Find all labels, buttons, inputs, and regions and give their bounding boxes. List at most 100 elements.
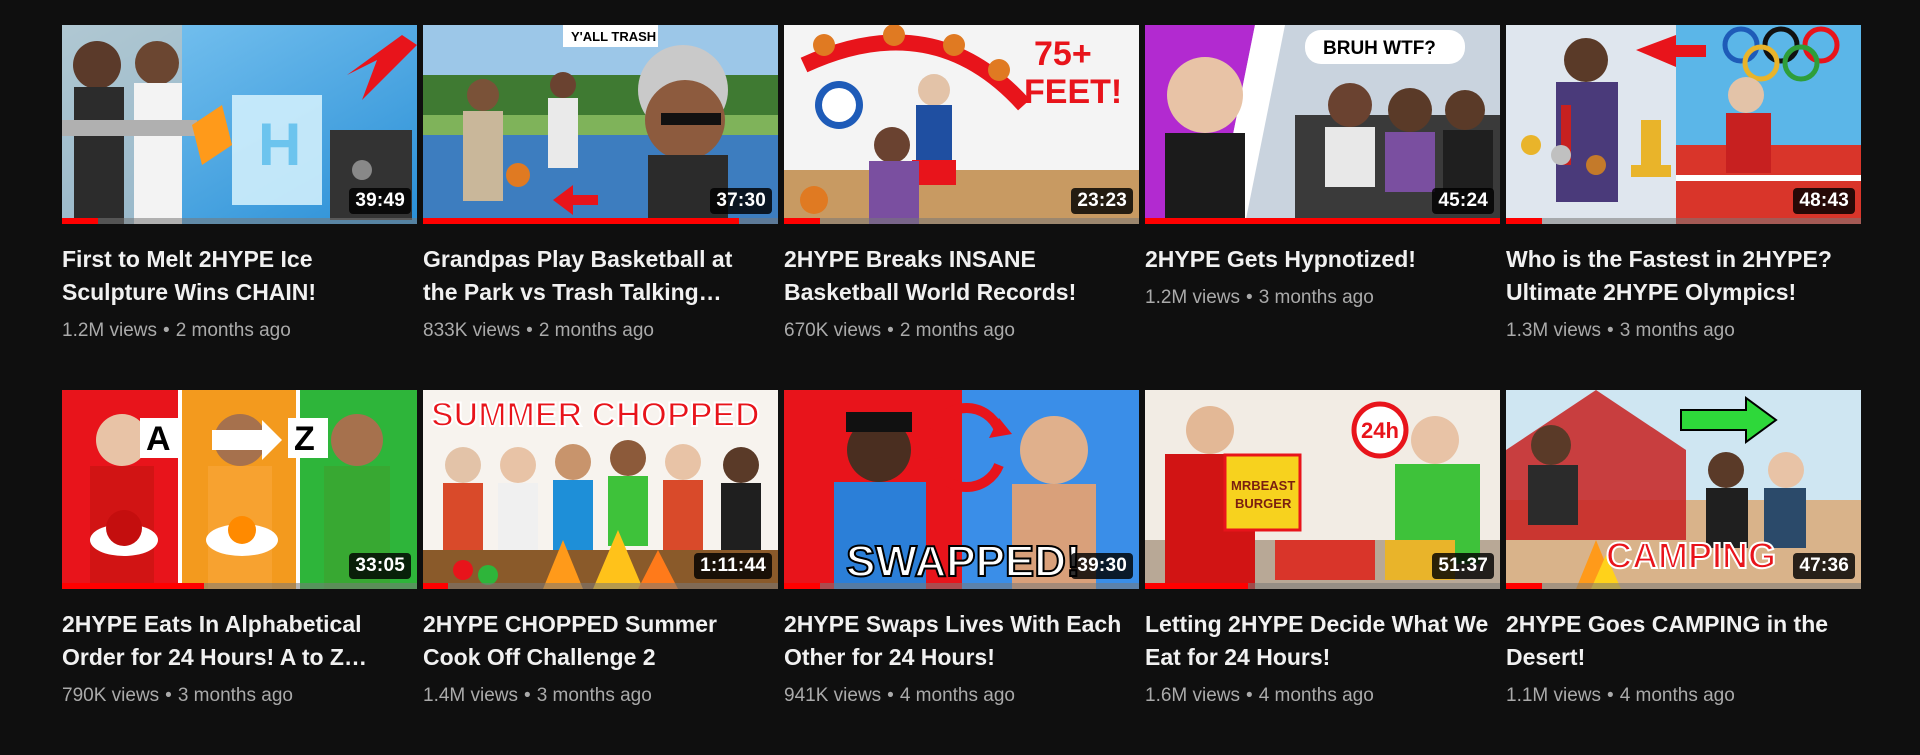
watch-progress-bar	[62, 583, 417, 589]
video-metadata: 1.4M views • 3 months ago	[423, 684, 778, 708]
video-card[interactable]: Y'ALL TRASH 37:30 Grandpas Play Basketba…	[423, 25, 778, 390]
video-title[interactable]: Letting 2HYPE Decide What We Eat for 24 …	[1145, 608, 1490, 674]
svg-text:24h: 24h	[1361, 418, 1399, 443]
video-card[interactable]: H 39:49 First to Melt 2HYPE Ice Sculptur…	[62, 25, 417, 390]
svg-text:CAMPING: CAMPING	[1606, 535, 1776, 576]
upload-age: 3 months ago	[1619, 320, 1735, 341]
upload-age: 3 months ago	[177, 685, 293, 706]
view-count: 941K views	[784, 685, 882, 706]
video-thumbnail[interactable]: H 39:49	[62, 25, 417, 224]
svg-text:Y'ALL TRASH: Y'ALL TRASH	[571, 29, 656, 44]
video-metadata: 1.6M views • 4 months ago	[1145, 684, 1500, 708]
duration-badge: 45:24	[1432, 188, 1494, 214]
separator-dot: •	[524, 685, 531, 706]
video-metadata: 1.1M views • 4 months ago	[1506, 684, 1861, 708]
video-card[interactable]: MRBEAST BURGER 24h 51:37 Letting 2HYPE D…	[1145, 390, 1500, 755]
video-title[interactable]: Grandpas Play Basketball at the Park vs …	[423, 243, 768, 309]
svg-text:H: H	[258, 111, 301, 178]
separator-dot: •	[165, 685, 172, 706]
view-count: 1.2M views	[1145, 287, 1241, 308]
upload-age: 3 months ago	[536, 685, 652, 706]
view-count: 1.2M views	[62, 320, 158, 341]
view-count: 1.3M views	[1506, 320, 1602, 341]
separator-dot: •	[1607, 320, 1614, 341]
watch-progress-bar	[423, 583, 778, 589]
upload-age: 4 months ago	[1258, 685, 1374, 706]
video-card[interactable]: 75+ FEET! 23:23 2HYPE Breaks INSANE Bask…	[784, 25, 1139, 390]
video-card[interactable]: SWAPPED! 39:30 2HYPE Swaps Lives With Ea…	[784, 390, 1139, 755]
video-thumbnail[interactable]: SUMMER CHOPPED 1:11:44	[423, 390, 778, 589]
video-metadata: 833K views • 2 months ago	[423, 319, 778, 343]
watch-progress-bar	[1506, 218, 1861, 224]
video-card[interactable]: BRUH WTF? 45:24 2HYPE Gets Hypnotized! 1…	[1145, 25, 1500, 390]
view-count: 1.1M views	[1506, 685, 1602, 706]
svg-text:SWAPPED!: SWAPPED!	[846, 537, 1081, 586]
watch-progress-bar	[784, 583, 1139, 589]
video-thumbnail[interactable]: BRUH WTF? 45:24	[1145, 25, 1500, 224]
video-title[interactable]: 2HYPE Eats In Alphabetical Order for 24 …	[62, 608, 407, 674]
video-card[interactable]: A Z 33:05 2HYPE Eats In Alphabetical Ord…	[62, 390, 417, 755]
svg-text:MRBEAST: MRBEAST	[1231, 478, 1295, 493]
video-title[interactable]: Who is the Fastest in 2HYPE? Ultimate 2H…	[1506, 243, 1851, 309]
svg-text:BRUH WTF?: BRUH WTF?	[1323, 38, 1436, 59]
watch-progress-bar	[423, 218, 778, 224]
svg-text:Z: Z	[294, 420, 315, 458]
video-thumbnail[interactable]: Y'ALL TRASH 37:30	[423, 25, 778, 224]
video-title[interactable]: 2HYPE Breaks INSANE Basketball World Rec…	[784, 243, 1129, 309]
view-count: 833K views	[423, 320, 521, 341]
view-count: 790K views	[62, 685, 160, 706]
separator-dot: •	[887, 320, 894, 341]
view-count: 670K views	[784, 320, 882, 341]
video-metadata: 670K views • 2 months ago	[784, 319, 1139, 343]
view-count: 1.4M views	[423, 685, 519, 706]
duration-badge: 33:05	[349, 553, 411, 579]
video-thumbnail[interactable]: 48:43	[1506, 25, 1861, 224]
svg-text:SUMMER CHOPPED: SUMMER CHOPPED	[431, 396, 760, 434]
video-thumbnail[interactable]: SWAPPED! 39:30	[784, 390, 1139, 589]
duration-badge: 39:30	[1071, 553, 1133, 579]
video-card[interactable]: 48:43 Who is the Fastest in 2HYPE? Ultim…	[1506, 25, 1861, 390]
video-title[interactable]: 2HYPE CHOPPED Summer Cook Off Challenge …	[423, 608, 768, 674]
upload-age: 2 months ago	[899, 320, 1015, 341]
video-title[interactable]: First to Melt 2HYPE Ice Sculpture Wins C…	[62, 243, 407, 309]
separator-dot: •	[526, 320, 533, 341]
upload-age: 4 months ago	[899, 685, 1015, 706]
watch-progress-bar	[1145, 218, 1500, 224]
svg-text:BURGER: BURGER	[1235, 496, 1292, 511]
video-metadata: 941K views • 4 months ago	[784, 684, 1139, 708]
upload-age: 2 months ago	[175, 320, 291, 341]
video-metadata: 1.3M views • 3 months ago	[1506, 319, 1861, 343]
watch-progress-bar	[62, 218, 417, 224]
video-metadata: 1.2M views • 2 months ago	[62, 319, 417, 343]
duration-badge: 47:36	[1793, 553, 1855, 579]
watch-progress-bar	[1145, 583, 1500, 589]
duration-badge: 1:11:44	[694, 553, 772, 579]
upload-age: 3 months ago	[1258, 287, 1374, 308]
separator-dot: •	[163, 320, 170, 341]
watch-progress-bar	[784, 218, 1139, 224]
svg-text:A: A	[146, 420, 171, 458]
video-card[interactable]: SUMMER CHOPPED 1:11:44 2HYPE CHOPPED Sum…	[423, 390, 778, 755]
video-card[interactable]: CAMPING 47:36 2HYPE Goes CAMPING in the …	[1506, 390, 1861, 755]
svg-text:FEET!: FEET!	[1024, 73, 1122, 111]
duration-badge: 51:37	[1432, 553, 1494, 579]
duration-badge: 48:43	[1793, 188, 1855, 214]
duration-badge: 23:23	[1071, 188, 1133, 214]
video-thumbnail[interactable]: MRBEAST BURGER 24h 51:37	[1145, 390, 1500, 589]
duration-badge: 39:49	[349, 188, 411, 214]
separator-dot: •	[1607, 685, 1614, 706]
upload-age: 4 months ago	[1619, 685, 1735, 706]
watch-progress-bar	[1506, 583, 1861, 589]
video-title[interactable]: 2HYPE Gets Hypnotized!	[1145, 243, 1490, 276]
video-title[interactable]: 2HYPE Swaps Lives With Each Other for 24…	[784, 608, 1129, 674]
svg-text:75+: 75+	[1034, 35, 1092, 73]
video-thumbnail[interactable]: 75+ FEET! 23:23	[784, 25, 1139, 224]
video-metadata: 1.2M views • 3 months ago	[1145, 286, 1500, 310]
video-thumbnail[interactable]: A Z 33:05	[62, 390, 417, 589]
duration-badge: 37:30	[710, 188, 772, 214]
separator-dot: •	[1246, 287, 1253, 308]
video-title[interactable]: 2HYPE Goes CAMPING in the Desert!	[1506, 608, 1851, 674]
upload-age: 2 months ago	[538, 320, 654, 341]
video-metadata: 790K views • 3 months ago	[62, 684, 417, 708]
video-thumbnail[interactable]: CAMPING 47:36	[1506, 390, 1861, 589]
